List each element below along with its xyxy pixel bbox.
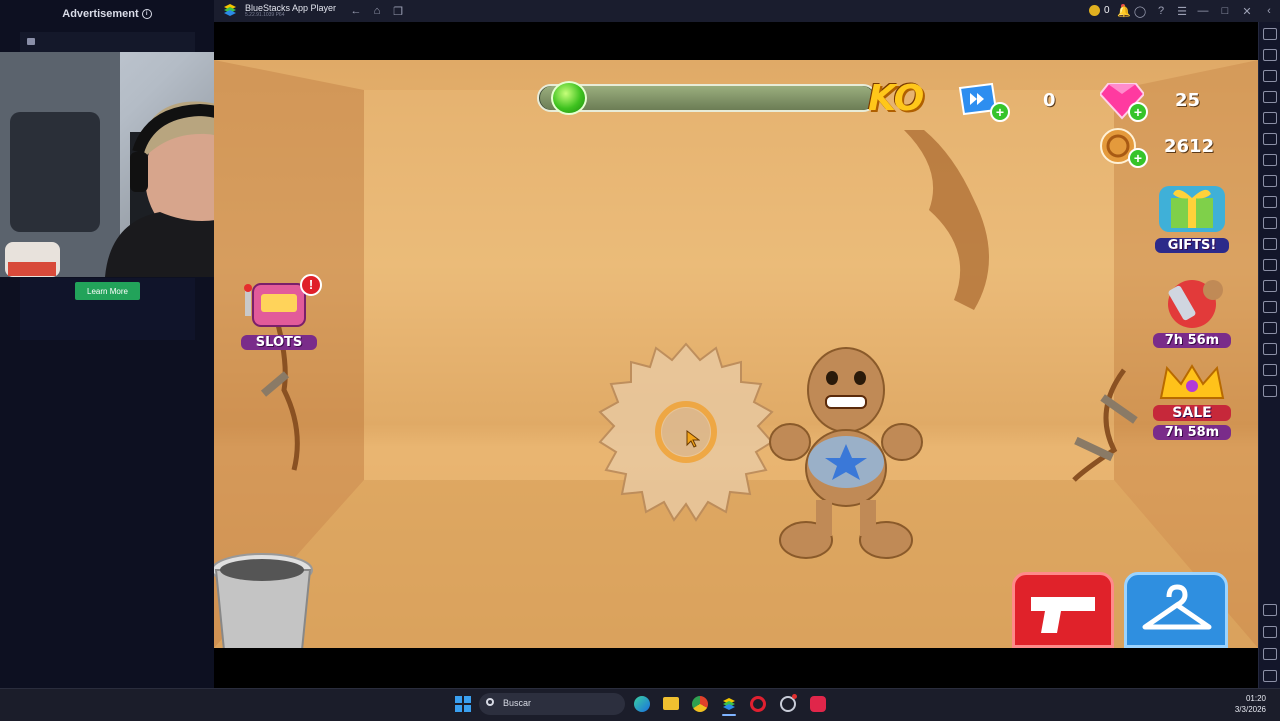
ad-close-icon[interactable] bbox=[27, 38, 35, 45]
gem-count: 25 bbox=[1175, 90, 1201, 111]
badge-dot-icon bbox=[792, 694, 797, 699]
ad-title: Advertisement i bbox=[0, 8, 214, 20]
app-version: 5.22.91.1039 P64 bbox=[245, 12, 285, 18]
ad-title-text: Advertisement bbox=[62, 8, 139, 20]
record-icon[interactable] bbox=[1263, 217, 1277, 229]
multi-instance-icon[interactable]: ❐ bbox=[391, 4, 405, 18]
weapons-button[interactable] bbox=[1012, 572, 1114, 648]
eco-mode-icon[interactable] bbox=[1263, 301, 1277, 313]
ad-slot bbox=[20, 32, 195, 54]
menu-icon[interactable]: ☰ bbox=[1175, 4, 1189, 18]
rotate-icon[interactable] bbox=[1263, 112, 1277, 124]
performance-icon[interactable] bbox=[1263, 175, 1277, 187]
fullscreen-icon[interactable] bbox=[1263, 28, 1277, 40]
minimize-icon[interactable]: — bbox=[1196, 4, 1210, 18]
active-app-indicator bbox=[722, 714, 736, 716]
collapse-sidebar-icon[interactable]: ‹ bbox=[1262, 4, 1276, 18]
search-icon bbox=[486, 698, 494, 706]
chainsaw-offer-button[interactable]: 7h 56m bbox=[1153, 276, 1231, 348]
opera-gx-icon[interactable] bbox=[750, 696, 766, 712]
shake-icon[interactable] bbox=[1263, 133, 1277, 145]
tiktok-icon[interactable] bbox=[810, 696, 826, 712]
sale-label: SALE bbox=[1153, 405, 1231, 421]
coin-icon[interactable] bbox=[1089, 5, 1100, 16]
game-letterbox-top bbox=[214, 22, 1258, 60]
mouse-cursor-icon bbox=[686, 430, 700, 448]
media-folder-icon[interactable] bbox=[1263, 238, 1277, 250]
android-home-icon[interactable] bbox=[1263, 648, 1277, 660]
add-gems-button[interactable]: + bbox=[1128, 102, 1148, 122]
file-explorer-icon[interactable] bbox=[663, 697, 679, 710]
recent-apps-icon[interactable] bbox=[1263, 670, 1277, 682]
help-icon[interactable]: ? bbox=[1154, 4, 1168, 18]
skip-count: 0 bbox=[1043, 90, 1056, 111]
settings-icon[interactable] bbox=[1263, 604, 1277, 616]
home-icon[interactable]: ⌂ bbox=[370, 4, 384, 18]
ko-progress-knob bbox=[551, 81, 587, 115]
close-icon[interactable]: ✕ bbox=[1240, 4, 1254, 18]
macro-icon[interactable] bbox=[1263, 91, 1277, 103]
gamepad-icon[interactable] bbox=[1263, 154, 1277, 166]
sync-icon[interactable] bbox=[1263, 364, 1277, 376]
crown-icon bbox=[1159, 364, 1225, 399]
taskbar-search-box[interactable] bbox=[479, 693, 625, 715]
learn-more-button[interactable]: Learn More bbox=[75, 282, 140, 300]
files-icon[interactable] bbox=[1263, 280, 1277, 292]
game-letterbox-bottom bbox=[214, 648, 1258, 688]
bluestacks-logo-icon bbox=[224, 4, 236, 16]
ko-label: KO bbox=[868, 78, 925, 119]
search-placeholder: Buscar bbox=[503, 698, 532, 708]
sale-button[interactable]: SALE 7h 58m bbox=[1153, 364, 1231, 446]
chrome-icon[interactable] bbox=[692, 696, 708, 712]
sale-timer: 7h 58m bbox=[1153, 425, 1231, 440]
clock-time[interactable]: 01:20 bbox=[1226, 694, 1266, 703]
location-icon[interactable] bbox=[1263, 322, 1277, 334]
maximize-icon[interactable]: □ bbox=[1218, 4, 1232, 18]
ko-progress-track bbox=[540, 86, 874, 110]
add-bucks-button[interactable]: + bbox=[1128, 148, 1148, 168]
add-skips-button[interactable]: + bbox=[990, 102, 1010, 122]
gifts-button[interactable]: GIFTS! bbox=[1155, 182, 1229, 253]
edge-icon[interactable] bbox=[634, 696, 650, 712]
layers-icon[interactable] bbox=[1263, 343, 1277, 355]
chainsaw-offer-icon bbox=[1168, 280, 1223, 328]
bluestacks-taskbar-icon[interactable] bbox=[721, 696, 737, 712]
buck-count: 2612 bbox=[1164, 136, 1215, 157]
slots-alert-icon: ! bbox=[300, 274, 322, 296]
gift-box-icon bbox=[1159, 186, 1225, 232]
gifts-label: GIFTS! bbox=[1155, 238, 1229, 253]
back-arrow-icon[interactable]: ← bbox=[349, 4, 363, 18]
hanger-icon bbox=[1142, 584, 1212, 630]
coin-count: 0 bbox=[1104, 5, 1110, 16]
clock-date[interactable]: 3/3/2026 bbox=[1226, 705, 1266, 714]
install-apk-icon[interactable] bbox=[1263, 259, 1277, 271]
account-icon[interactable]: ◯ bbox=[1133, 4, 1147, 18]
info-icon[interactable]: i bbox=[141, 9, 152, 20]
pistol-icon bbox=[1031, 597, 1095, 633]
more-icon[interactable] bbox=[1263, 385, 1277, 397]
bell-icon[interactable]: 🔔 bbox=[1117, 4, 1131, 18]
slots-label: SLOTS bbox=[241, 335, 317, 350]
screenshot-icon[interactable] bbox=[1263, 196, 1277, 208]
chainsaw-offer-timer: 7h 56m bbox=[1153, 333, 1231, 348]
outfits-button[interactable] bbox=[1124, 572, 1228, 648]
windows-start-icon[interactable] bbox=[455, 696, 471, 712]
keyboard-icon[interactable] bbox=[1263, 70, 1277, 82]
android-back-icon[interactable] bbox=[1263, 626, 1277, 638]
volume-icon[interactable] bbox=[1263, 49, 1277, 61]
